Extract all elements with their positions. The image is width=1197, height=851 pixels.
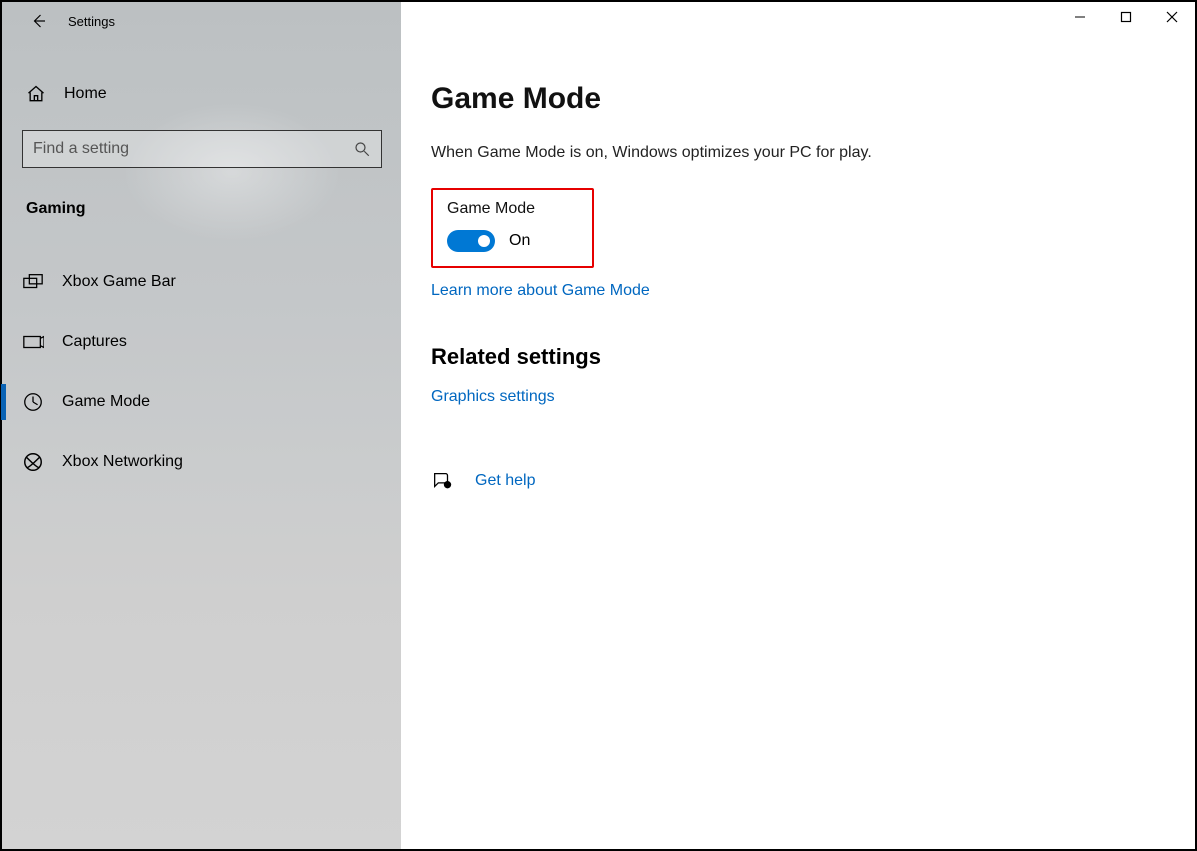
learn-more-link[interactable]: Learn more about Game Mode [431, 282, 650, 300]
maximize-button[interactable] [1103, 2, 1149, 32]
sidebar-item-xbox-game-bar[interactable]: Xbox Game Bar [18, 258, 381, 306]
sidebar-item-label: Xbox Networking [62, 453, 183, 471]
home-nav[interactable]: Home [22, 78, 381, 130]
get-help-row[interactable]: ? Get help [431, 470, 1195, 492]
close-button[interactable] [1149, 2, 1195, 32]
search-input[interactable] [33, 140, 353, 158]
titlebar: Settings [2, 2, 1195, 40]
page-description: When Game Mode is on, Windows optimizes … [431, 144, 1195, 162]
search-box[interactable] [22, 130, 382, 168]
settings-window: Settings Home [0, 0, 1197, 851]
game-mode-toggle[interactable] [447, 230, 495, 252]
sidebar-item-label: Game Mode [62, 393, 150, 411]
back-arrow-icon[interactable] [30, 12, 48, 30]
home-icon [26, 84, 46, 104]
game-mode-icon [22, 391, 44, 413]
graphics-settings-link[interactable]: Graphics settings [431, 388, 555, 406]
game-bar-icon [22, 271, 44, 293]
window-title: Settings [68, 14, 115, 29]
captures-icon [22, 331, 44, 353]
sidebar-item-game-mode[interactable]: Game Mode [18, 378, 381, 426]
svg-text:?: ? [446, 483, 449, 489]
minimize-button[interactable] [1057, 2, 1103, 32]
sidebar-item-xbox-networking[interactable]: Xbox Networking [18, 438, 381, 486]
toggle-state-label: On [509, 232, 530, 250]
sidebar-category: Gaming [22, 194, 381, 224]
related-settings-heading: Related settings [431, 344, 1195, 370]
page-title: Game Mode [431, 82, 1195, 116]
help-chat-icon: ? [431, 470, 453, 492]
xbox-networking-icon [22, 451, 44, 473]
sidebar-item-label: Xbox Game Bar [62, 273, 176, 291]
get-help-link[interactable]: Get help [475, 472, 535, 490]
home-label: Home [64, 85, 107, 103]
game-mode-toggle-card: Game Mode On [431, 188, 594, 268]
sidebar: Home Gaming Xbox Game Bar [2, 40, 401, 849]
sidebar-item-captures[interactable]: Captures [18, 318, 381, 366]
search-icon [353, 140, 371, 158]
toggle-caption: Game Mode [447, 200, 578, 218]
main-content: Game Mode When Game Mode is on, Windows … [401, 40, 1195, 849]
sidebar-item-label: Captures [62, 333, 127, 351]
